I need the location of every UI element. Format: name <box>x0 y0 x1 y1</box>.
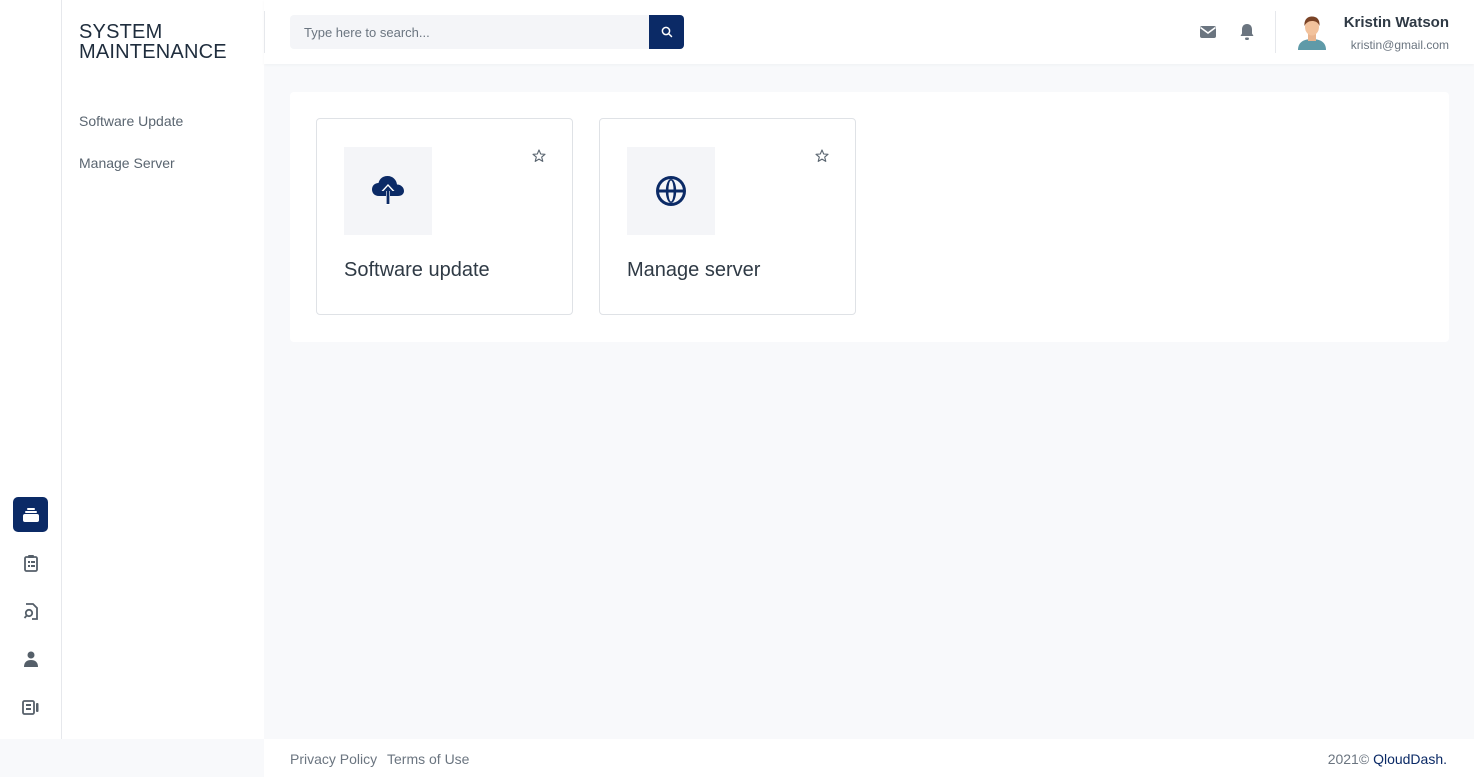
user-email: kristin@gmail.com <box>1350 38 1449 52</box>
rail-item-reports[interactable] <box>13 545 48 580</box>
globe-icon <box>656 176 686 206</box>
footer: Privacy Policy Terms of Use 2021© QloudD… <box>264 739 1474 777</box>
sidebar: SYSTEM MAINTENANCE Software Update Manag… <box>62 0 264 739</box>
page-title-line2: MAINTENANCE <box>79 41 227 63</box>
star-icon[interactable] <box>815 149 829 163</box>
search-icon <box>661 26 672 38</box>
search-input[interactable] <box>290 15 649 49</box>
id-card-icon <box>21 699 38 715</box>
terms-of-use-link[interactable]: Terms of Use <box>387 751 469 767</box>
header-divider <box>264 11 265 53</box>
copyright-period: . <box>1443 751 1447 767</box>
privacy-policy-link[interactable]: Privacy Policy <box>290 751 377 767</box>
mail-icon <box>1200 26 1216 38</box>
search-document-icon <box>23 602 38 620</box>
user-avatar-illustration <box>1298 16 1326 50</box>
user-icon <box>23 651 38 667</box>
copyright-year: 2021© <box>1327 751 1370 767</box>
card-title: Software update <box>344 259 490 281</box>
sidebar-item-manage-server[interactable]: Manage Server <box>79 155 175 171</box>
messages-button[interactable] <box>1198 22 1218 42</box>
icon-rail <box>0 0 62 739</box>
main-panel: Software update Manage server <box>290 92 1449 342</box>
header-divider <box>1275 11 1276 53</box>
user-name: Kristin Watson <box>1343 14 1449 31</box>
clipboard-list-icon <box>23 554 38 572</box>
cloud-upload-icon <box>372 176 404 205</box>
avatar[interactable] <box>1294 14 1330 50</box>
toolbox-icon <box>22 507 39 522</box>
bell-icon <box>1240 24 1254 40</box>
footer-spacer <box>0 739 264 777</box>
manage-server-card[interactable]: Manage server <box>599 118 856 315</box>
notifications-button[interactable] <box>1237 22 1257 42</box>
rail-item-maintenance[interactable] <box>13 497 48 532</box>
copyright: 2021© QloudDash. <box>1328 751 1447 767</box>
top-header: Kristin Watson kristin@gmail.com <box>264 0 1474 64</box>
copyright-brand[interactable]: QloudDash <box>1373 751 1443 767</box>
card-title: Manage server <box>627 259 761 281</box>
star-icon[interactable] <box>532 149 546 163</box>
card-icon-container <box>627 147 715 235</box>
search-button[interactable] <box>649 15 684 49</box>
page-title: SYSTEM MAINTENANCE <box>79 22 249 62</box>
page-title-line1: SYSTEM <box>79 21 163 43</box>
rail-item-search-docs[interactable] <box>13 593 48 628</box>
card-icon-container <box>344 147 432 235</box>
sidebar-item-software-update[interactable]: Software Update <box>79 113 183 129</box>
rail-item-contacts[interactable] <box>13 689 48 724</box>
rail-item-users[interactable] <box>13 641 48 676</box>
software-update-card[interactable]: Software update <box>316 118 573 315</box>
